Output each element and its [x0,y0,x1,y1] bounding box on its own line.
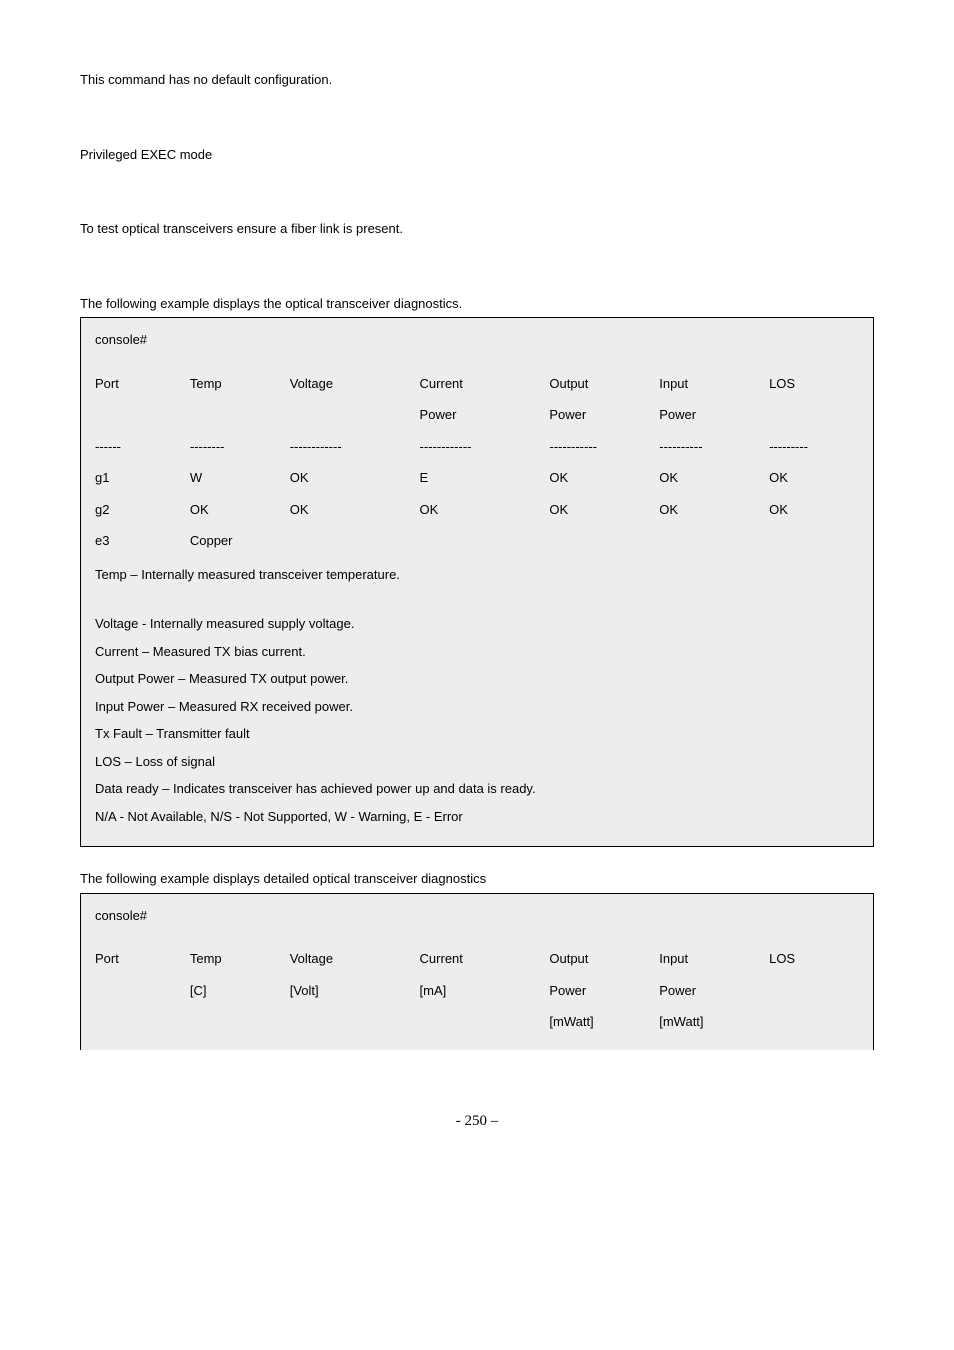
user-guideline-text: To test optical transceivers ensure a fi… [80,219,874,239]
table-header-row: Port Temp Voltage Current Output Input L… [95,368,859,400]
header-temp: Temp [190,368,290,400]
header-voltage: Voltage [290,368,420,400]
header-input-power: Power [659,399,769,431]
legend-input-power: Input Power – Measured RX received power… [95,697,859,717]
header-input-unit: [mWatt] [659,1006,769,1038]
console-output-box-2: console# Port Temp Voltage Current Outpu… [80,893,874,1050]
command-mode-text: Privileged EXEC mode [80,145,874,165]
separator-row: ------ -------- ------------ -----------… [95,431,859,463]
header-los: LOS [769,368,859,400]
table-header-row: Port Temp Voltage Current Output Input L… [95,943,859,975]
legend-los: LOS – Loss of signal [95,752,859,772]
legend-voltage: Voltage - Internally measured supply vol… [95,614,859,634]
header-current: Current [420,368,550,400]
header-port: Port [95,943,190,975]
header-temp: Temp [190,943,290,975]
example2-intro: The following example displays detailed … [80,869,874,889]
console-output-box-1: console# Port Temp Voltage Current Outpu… [80,317,874,847]
diagnostics-table-1: Port Temp Voltage Current Output Input L… [95,368,859,557]
table-row: g1 W OK E OK OK OK [95,462,859,494]
header-input-power: Power [659,975,769,1007]
header-output: Output [549,943,659,975]
header-output-power: Power [549,399,659,431]
legend-tx-fault: Tx Fault – Transmitter fault [95,724,859,744]
header-temp-unit: [C] [190,975,290,1007]
header-voltage-unit: [Volt] [290,975,420,1007]
table-header-row3: [mWatt] [mWatt] [95,1006,859,1038]
table-header-row2: Power Power Power [95,399,859,431]
legend-output-power: Output Power – Measured TX output power. [95,669,859,689]
default-config-text: This command has no default configuratio… [80,70,874,90]
header-input: Input [659,943,769,975]
legend-data-ready: Data ready – Indicates transceiver has a… [95,779,859,799]
table-header-row2: [C] [Volt] [mA] Power Power [95,975,859,1007]
table-row: e3 Copper [95,525,859,557]
header-output: Output [549,368,659,400]
legend-codes: N/A - Not Available, N/S - Not Supported… [95,807,859,827]
legend-current: Current – Measured TX bias current. [95,642,859,662]
header-port: Port [95,368,190,400]
header-voltage: Voltage [290,943,420,975]
legend-temp: Temp – Internally measured transceiver t… [95,565,859,585]
console-prompt: console# [95,330,859,350]
header-output-unit: [mWatt] [549,1006,659,1038]
console-prompt: console# [95,906,859,926]
header-los: LOS [769,943,859,975]
example1-intro: The following example displays the optic… [80,294,874,314]
table-row: g2 OK OK OK OK OK OK [95,494,859,526]
header-input: Input [659,368,769,400]
page-number: - 250 – [80,1110,874,1133]
header-current-unit: [mA] [420,975,550,1007]
header-current-power: Power [420,399,550,431]
header-output-power: Power [549,975,659,1007]
header-current: Current [420,943,550,975]
diagnostics-table-2: Port Temp Voltage Current Output Input L… [95,943,859,1038]
